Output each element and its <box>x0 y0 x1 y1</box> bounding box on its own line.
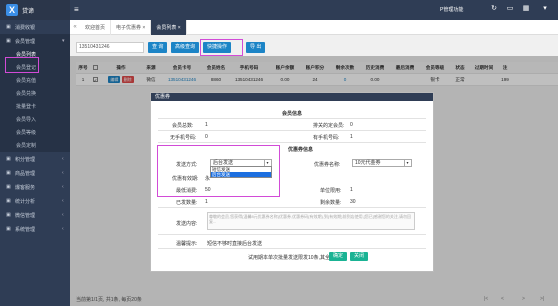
chevron-right-icon: ‹ <box>62 184 64 190</box>
sidebar-subitem-member-recharge[interactable]: 会员充值 <box>0 74 70 87</box>
user-icon[interactable]: ▾ <box>540 4 550 14</box>
no-phone-value: 0 <box>205 134 208 140</box>
export-button[interactable]: 导 出 <box>246 42 266 53</box>
points-icon: ▣ <box>6 156 11 162</box>
menu-toggle-icon[interactable]: ≡ <box>74 5 79 14</box>
service-icon: ▣ <box>6 184 11 190</box>
chevron-right-icon: ‹ <box>62 156 64 162</box>
divider <box>158 130 426 131</box>
dialog-title: 优惠券 <box>151 93 433 101</box>
grid-icon[interactable]: ▦ <box>521 4 531 14</box>
tab-bar: « 欢迎首页 电子优惠券 × 会员列表 × <box>70 19 558 35</box>
sidebar-item-members[interactable]: ▣ 会员管理 ▾ <box>0 34 70 48</box>
chevron-right-icon: ‹ <box>62 212 64 218</box>
tab-member-list[interactable]: 会员列表 × <box>151 19 187 35</box>
monitor-icon[interactable]: ▭ <box>505 4 515 14</box>
toolbar: 13510431246 查 询 高级查询 快捷操作 导 出 <box>70 39 558 56</box>
sidebar-item-goods[interactable]: ▣ 商品管理 ‹ <box>0 166 70 180</box>
member-list-highlight <box>5 57 39 73</box>
search-button[interactable]: 查 询 <box>148 42 168 53</box>
brand-name: 贷谛 <box>22 8 35 15</box>
coupon-name-select[interactable]: 10元代金券 ▾ <box>352 159 412 167</box>
content-textarea[interactable]: 尊敬的会员,您获得{温馨8元优惠券名称}优惠券,优惠券码{有效期},到{有效期}… <box>207 212 415 230</box>
sidebar-item-points[interactable]: ▣ 积分管理 ‹ <box>0 152 70 166</box>
system-icon: ▣ <box>6 226 11 232</box>
sidebar-item-cashier[interactable]: ▣ 消费收银 <box>0 20 70 34</box>
total-members-value: 1 <box>205 122 208 128</box>
has-phone-value: 1 <box>350 134 353 140</box>
tip-value: 短信不够时直接后台发送 <box>207 241 263 247</box>
sidebar-subitem-member-import[interactable]: 会员导入 <box>0 113 70 126</box>
tab-scroll-left-icon[interactable]: « <box>70 24 80 30</box>
divider <box>158 142 426 143</box>
chevron-down-icon: ▾ <box>62 38 65 44</box>
logo: X 贷谛 <box>0 0 70 20</box>
tab-e-coupon[interactable]: 电子优惠券 × <box>111 19 152 35</box>
top-bar: X 贷谛 ≡ P管理功能 ↻ ▭ ▦ ▾ <box>0 0 558 20</box>
remain-count-label: 剩余数量: <box>320 200 342 206</box>
member-info-heading: 会员信息 <box>282 111 303 117</box>
chevron-right-icon: ‹ <box>62 170 64 176</box>
sidebar-item-service[interactable]: ▣ 爆客服务 ‹ <box>0 180 70 194</box>
chevron-right-icon: ‹ <box>62 198 64 204</box>
sent-count-label: 已发数量: <box>176 200 198 206</box>
single-limit-value: 1 <box>350 187 353 193</box>
divider <box>158 207 426 208</box>
tip-label: 温馨提示: <box>176 241 198 247</box>
sidebar-subitem-member-exchange[interactable]: 会员兑换 <box>0 87 70 100</box>
sidebar-item-stats[interactable]: ▣ 统计分析 ‹ <box>0 194 70 208</box>
divider <box>158 234 426 235</box>
wechat-icon: ▣ <box>6 212 11 218</box>
users-icon: ▣ <box>6 38 11 44</box>
remain-count-value: 30 <box>350 199 356 205</box>
chevron-down-icon: ▾ <box>404 160 410 166</box>
refresh-icon[interactable]: ↻ <box>489 4 499 14</box>
sidebar-item-wechat[interactable]: ▣ 微信管理 ‹ <box>0 208 70 222</box>
quick-action-highlight <box>200 39 243 56</box>
no-phone-label: 无手机号码: <box>170 135 197 141</box>
send-method-highlight <box>157 145 280 197</box>
close-button[interactable]: 关闭 <box>350 252 369 261</box>
sidebar-subitem-member-custom[interactable]: 会员定制 <box>0 139 70 152</box>
confirm-button[interactable]: 确定 <box>329 252 348 261</box>
sidebar-subitem-member-level[interactable]: 会员等级 <box>0 126 70 139</box>
tab-welcome[interactable]: 欢迎首页 <box>80 19 112 35</box>
divider <box>158 118 426 119</box>
cart-icon: ▣ <box>6 24 11 30</box>
sidebar-subitem-batch-card[interactable]: 批量登卡 <box>0 100 70 113</box>
admin-label[interactable]: P管理功能 <box>440 6 463 13</box>
locked-members-value: 0 <box>350 122 353 128</box>
trial-notice: 试用期本单次批量发送限发10条,其全功能 <box>248 255 340 261</box>
chevron-right-icon: ‹ <box>62 226 64 232</box>
search-input[interactable]: 13510431246 <box>76 42 144 53</box>
total-members-label: 会员总数: <box>172 123 194 129</box>
chart-icon: ▣ <box>6 198 11 204</box>
coupon-info-heading: 优惠券信息 <box>288 147 314 153</box>
coupon-name-label: 优惠券名称: <box>314 162 341 168</box>
brand-mark: X <box>6 4 18 16</box>
advanced-search-button[interactable]: 高级查询 <box>171 42 200 53</box>
sent-count-value: 1 <box>205 199 208 205</box>
locked-members-label: 排关的定会员: <box>313 123 345 129</box>
has-phone-label: 有手机号码: <box>313 135 340 141</box>
goods-icon: ▣ <box>6 170 11 176</box>
single-limit-label: 单位限用: <box>320 188 342 194</box>
divider <box>158 248 426 249</box>
content-label: 发送内容: <box>176 221 198 227</box>
sidebar-item-system[interactable]: ▣ 系统管理 ‹ <box>0 222 70 236</box>
